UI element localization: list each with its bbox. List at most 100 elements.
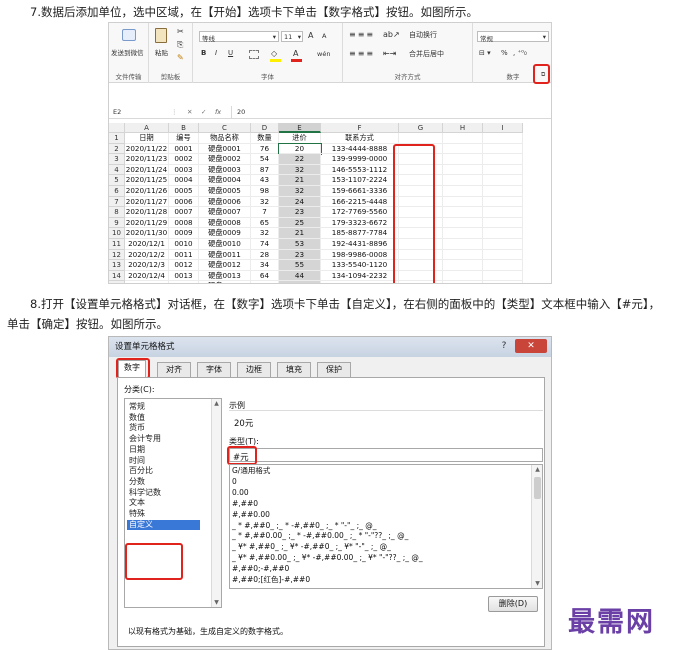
empty-cell[interactable] bbox=[483, 270, 523, 282]
column-header[interactable]: H bbox=[443, 123, 483, 133]
row-header[interactable]: 10 bbox=[109, 228, 125, 239]
scroll-down-icon[interactable]: ▼ bbox=[212, 599, 221, 606]
table-cell[interactable]: 98 bbox=[251, 186, 279, 197]
empty-cell[interactable] bbox=[443, 207, 483, 218]
font-name-select[interactable]: 等线 ▾ bbox=[199, 31, 279, 43]
table-cell[interactable]: 7 bbox=[251, 207, 279, 218]
header-cell[interactable]: 物品名称 bbox=[199, 133, 251, 144]
row-header[interactable]: 7 bbox=[109, 196, 125, 208]
table-cell[interactable]: 35 bbox=[251, 281, 279, 283]
table-cell[interactable]: 硬盘0010 bbox=[199, 239, 251, 250]
table-cell[interactable]: 32 bbox=[279, 281, 321, 283]
table-cell[interactable]: 2020/11/26 bbox=[125, 186, 169, 197]
format-item[interactable]: _ * #,##0.00_ ;_ * -#,##0.00_ ;_ * "-"??… bbox=[232, 531, 408, 542]
table-cell[interactable]: 179-3323-6672 bbox=[321, 217, 399, 229]
table-cell[interactable]: 146-5553-1112 bbox=[321, 164, 399, 176]
table-cell[interactable]: 0003 bbox=[169, 164, 199, 176]
border-icon[interactable] bbox=[249, 50, 259, 59]
format-item[interactable]: _ * #,##0_ ;_ * -#,##0_ ;_ * "-"_ ;_ @_ bbox=[232, 521, 377, 532]
table-cell[interactable]: 硬盘0011 bbox=[199, 249, 251, 261]
category-item[interactable]: 日期 bbox=[127, 445, 200, 456]
table-cell[interactable]: 32 bbox=[279, 186, 321, 197]
table-cell[interactable]: 54 bbox=[251, 154, 279, 165]
table-cell[interactable]: 23 bbox=[279, 249, 321, 261]
comma-icon[interactable]: , ⁺⁰₀ bbox=[513, 49, 527, 57]
table-cell[interactable]: 32 bbox=[279, 164, 321, 176]
table-cell[interactable]: 134-1094-2232 bbox=[321, 270, 399, 282]
table-cell[interactable]: 32 bbox=[251, 196, 279, 208]
empty-cell[interactable] bbox=[443, 143, 483, 155]
table-cell[interactable]: 22 bbox=[279, 154, 321, 165]
table-cell[interactable]: 2020/11/25 bbox=[125, 175, 169, 186]
table-cell[interactable]: 159-6661-3336 bbox=[321, 186, 399, 197]
table-cell[interactable]: 21 bbox=[279, 175, 321, 186]
table-cell[interactable]: 64 bbox=[251, 270, 279, 282]
table-cell[interactable]: 硬盘0008 bbox=[199, 217, 251, 229]
format-item[interactable]: G/通用格式 bbox=[232, 466, 270, 477]
enter-icon[interactable]: ✓ bbox=[201, 108, 206, 116]
format-item[interactable]: _ ¥* #,##0_ ;_ ¥* -#,##0_ ;_ ¥* "-"_ ;_ … bbox=[232, 542, 391, 553]
empty-cell[interactable] bbox=[443, 186, 483, 197]
empty-cell[interactable] bbox=[443, 164, 483, 176]
empty-cell[interactable] bbox=[483, 164, 523, 176]
table-cell[interactable]: 185-8877-7784 bbox=[321, 228, 399, 239]
row-header[interactable]: 11 bbox=[109, 239, 125, 250]
category-item[interactable]: 分数 bbox=[127, 477, 200, 488]
cancel-icon[interactable]: ✕ bbox=[187, 108, 192, 116]
delete-button[interactable]: 删除(D) bbox=[488, 596, 538, 612]
table-cell[interactable]: 21 bbox=[279, 228, 321, 239]
percent-button[interactable]: % bbox=[501, 49, 508, 57]
grow-font-button[interactable]: A bbox=[308, 31, 313, 40]
row-header[interactable]: 8 bbox=[109, 207, 125, 218]
table-cell[interactable]: 28 bbox=[251, 249, 279, 261]
table-cell[interactable]: 硬盘0007 bbox=[199, 207, 251, 218]
column-header[interactable]: E bbox=[279, 123, 321, 133]
column-header[interactable]: A bbox=[125, 123, 169, 133]
table-cell[interactable]: 0007 bbox=[169, 207, 199, 218]
table-cell[interactable]: 硬盘0014 bbox=[199, 281, 251, 283]
table-cell[interactable]: 24 bbox=[279, 196, 321, 208]
wrap-text-button[interactable]: 自动换行 bbox=[409, 30, 437, 40]
table-cell[interactable]: 87 bbox=[251, 164, 279, 176]
row-header[interactable]: 12 bbox=[109, 249, 125, 261]
tab-protection[interactable]: 保护 bbox=[317, 362, 351, 377]
table-cell[interactable]: 硬盘0001 bbox=[199, 143, 251, 155]
table-cell[interactable]: 2020/11/29 bbox=[125, 217, 169, 229]
table-cell[interactable]: 2020/12/1 bbox=[125, 239, 169, 250]
empty-cell[interactable] bbox=[483, 217, 523, 229]
fill-color-icon[interactable]: ◇ bbox=[271, 49, 277, 58]
empty-cell[interactable] bbox=[483, 196, 523, 208]
category-item[interactable]: 数值 bbox=[127, 413, 200, 424]
type-input[interactable]: #元 bbox=[229, 448, 543, 463]
fx-button[interactable]: fx bbox=[215, 108, 221, 116]
format-list[interactable]: G/通用格式 0 0.00 #,##0 #,##0.00 _ * #,##0_ ;_ * … bbox=[229, 464, 543, 589]
category-item[interactable]: 会计专用 bbox=[127, 434, 200, 445]
format-painter-icon[interactable]: ✎ bbox=[177, 53, 184, 62]
table-cell[interactable]: 硬盘0005 bbox=[199, 186, 251, 197]
empty-cell[interactable] bbox=[483, 239, 523, 250]
table-cell[interactable]: 192-4431-8896 bbox=[321, 239, 399, 250]
table-cell[interactable]: 2020/12/2 bbox=[125, 249, 169, 261]
table-cell[interactable]: 145-6648-3344 bbox=[321, 281, 399, 283]
category-item[interactable]: 自定义 bbox=[127, 519, 200, 531]
underline-button[interactable]: U bbox=[228, 49, 233, 57]
table-cell[interactable]: 44 bbox=[279, 270, 321, 282]
table-cell[interactable]: 硬盘0006 bbox=[199, 196, 251, 208]
align-left-icons[interactable]: ≡≡≡ bbox=[349, 49, 375, 58]
table-cell[interactable]: 43 bbox=[251, 175, 279, 186]
empty-cell[interactable] bbox=[399, 133, 443, 144]
row-header[interactable]: 1 bbox=[109, 133, 125, 144]
table-cell[interactable]: 硬盘0009 bbox=[199, 228, 251, 239]
table-cell[interactable]: 0002 bbox=[169, 154, 199, 165]
paste-button[interactable]: 粘贴 bbox=[155, 47, 168, 57]
empty-cell[interactable] bbox=[483, 249, 523, 261]
category-item[interactable]: 文本 bbox=[127, 498, 200, 509]
table-cell[interactable]: 32 bbox=[251, 228, 279, 239]
empty-cell[interactable] bbox=[483, 186, 523, 197]
tab-border[interactable]: 边框 bbox=[237, 362, 271, 377]
header-cell[interactable]: 进价 bbox=[279, 133, 321, 144]
format-item[interactable]: #,##0 bbox=[232, 499, 258, 510]
table-cell[interactable]: 198-9986-0008 bbox=[321, 249, 399, 261]
formula-input[interactable]: 20 bbox=[237, 108, 245, 116]
table-cell[interactable]: 0009 bbox=[169, 228, 199, 239]
